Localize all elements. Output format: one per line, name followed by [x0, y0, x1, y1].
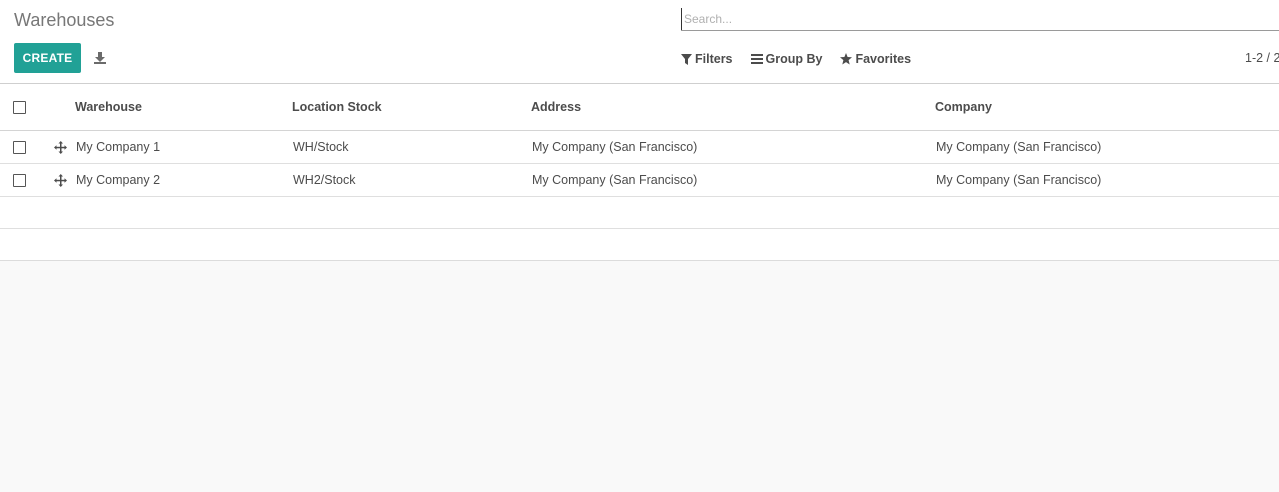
page: Warehouses CREATE Filters [0, 0, 1279, 492]
column-header-address[interactable]: Address [531, 84, 581, 130]
warehouse-list: Warehouse Location Stock Address Company… [0, 84, 1279, 261]
cell-location-stock: WH2/Stock [293, 173, 356, 187]
filters-label: Filters [695, 52, 733, 66]
pager-value[interactable]: 1-2 / 2 [1245, 51, 1279, 65]
search-input[interactable] [681, 8, 1279, 30]
row-handle-cell [54, 131, 68, 163]
download-icon[interactable] [92, 50, 108, 66]
create-button[interactable]: CREATE [14, 43, 81, 73]
cell-location-stock: WH/Stock [293, 140, 349, 154]
empty-row [0, 229, 1279, 261]
cell-warehouse: My Company 2 [76, 173, 161, 187]
star-icon [840, 53, 853, 65]
row-checkbox[interactable] [13, 140, 26, 154]
cell-warehouse: My Company 1 [76, 140, 161, 154]
select-all-cell [13, 84, 27, 130]
cell-address: My Company (San Francisco) [532, 140, 698, 154]
select-all-checkbox[interactable] [13, 100, 26, 114]
favorites-label: Favorites [855, 52, 912, 66]
column-header-company[interactable]: Company [935, 84, 992, 130]
table-row[interactable]: My Company 1 WH/Stock My Company (San Fr… [0, 131, 1279, 164]
row-checkbox[interactable] [13, 173, 26, 187]
group-by-label: Group By [765, 52, 823, 66]
row-select-cell [13, 164, 27, 196]
row-select-cell [13, 131, 27, 163]
filters-button[interactable]: Filters [681, 52, 733, 66]
cell-company: My Company (San Francisco) [936, 140, 1102, 154]
favorites-button[interactable]: Favorites [840, 52, 911, 66]
table-header: Warehouse Location Stock Address Company [0, 84, 1279, 131]
column-header-warehouse[interactable]: Warehouse [75, 84, 142, 130]
search-bar [681, 8, 1279, 31]
page-title: Warehouses [14, 10, 115, 30]
filter-icon [681, 53, 692, 65]
empty-row [0, 197, 1279, 229]
bars-icon [750, 54, 763, 64]
cell-company: My Company (San Francisco) [936, 173, 1102, 187]
control-panel: Warehouses CREATE Filters [0, 0, 1279, 84]
column-header-location-stock[interactable]: Location Stock [292, 84, 382, 130]
table-row[interactable]: My Company 2 WH2/Stock My Company (San F… [0, 164, 1279, 197]
drag-handle-icon[interactable] [54, 173, 67, 187]
row-handle-cell [54, 164, 68, 196]
search-options: Filters Group By Favorites [681, 51, 929, 67]
drag-handle-icon[interactable] [54, 140, 67, 154]
group-by-button[interactable]: Group By [750, 52, 823, 66]
cell-address: My Company (San Francisco) [532, 173, 698, 187]
